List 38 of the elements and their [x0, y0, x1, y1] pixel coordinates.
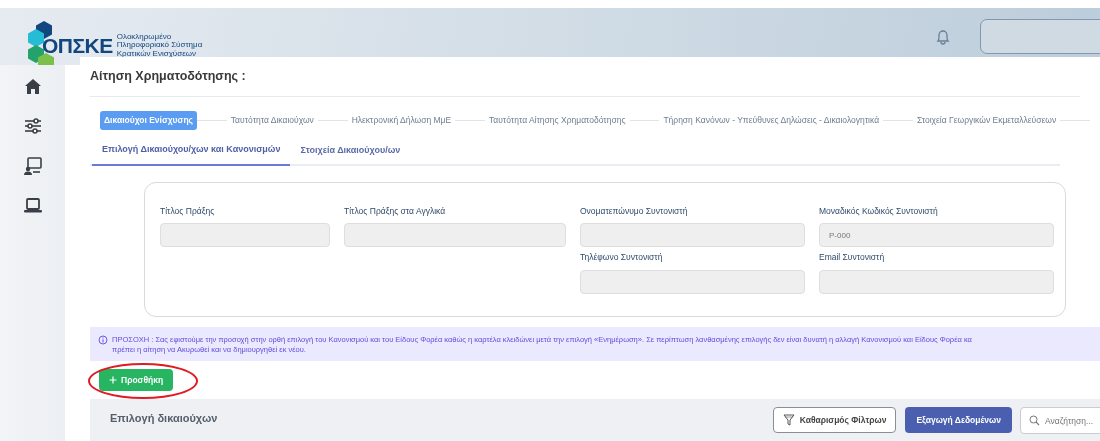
logo-text: ΟΠΣΚΕ: [42, 32, 113, 59]
clear-filters-button[interactable]: Καθαρισμός Φίλτρων: [772, 406, 897, 434]
filter-icon: [782, 413, 795, 426]
input-field[interactable]: [160, 223, 330, 248]
panel-title: Επιλογή δικαιούχων: [110, 410, 218, 426]
info-icon: [98, 334, 108, 345]
presenter-screen-icon[interactable]: [23, 157, 42, 175]
plus-icon: [109, 375, 117, 384]
field-label: Ονοματεπώνυμο Συντονιστή: [580, 205, 689, 218]
field-label: Τηλέφωνο Συντονιστή: [580, 251, 664, 264]
input-field[interactable]: [580, 223, 805, 248]
add-button[interactable]: Προσθήκη: [99, 368, 174, 392]
input-field[interactable]: P-000: [819, 223, 1054, 248]
bell-icon[interactable]: [934, 28, 952, 45]
sliders-icon[interactable]: [23, 117, 42, 135]
user-menu-box[interactable]: [980, 19, 1100, 54]
search-icon: [1029, 414, 1040, 426]
step-label[interactable]: Τήρηση Κανόνων - Υπεύθυνες Δηλώσεις - Δικαιολογητικά: [659, 110, 884, 130]
step-label[interactable]: Ηλεκτρονική Δήλωση ΜμΕ: [347, 110, 456, 130]
page-title: Αίτηση Χρηματοδότησης :: [90, 59, 1080, 97]
search-field[interactable]: Αναζήτηση...: [1020, 407, 1100, 434]
input-field[interactable]: [344, 223, 566, 248]
home-icon[interactable]: [23, 77, 42, 95]
step-label[interactable]: Στοιχεία Γεωργικών Εκμεταλλεύσεων: [912, 110, 1061, 130]
logo-subtitle: Ολοκληρωμένο Πληροφοριακό Σύστημα Κρατικών Ενισχύσεων: [116, 32, 203, 59]
field-label: Μοναδικός Κωδικός Συντονιστή: [819, 205, 939, 218]
field-label: Τίτλος Πράξης: [160, 205, 216, 218]
field-label: Τίτλος Πράξης στα Αγγλικά: [344, 205, 447, 218]
input-field[interactable]: [819, 269, 1054, 294]
step-label[interactable]: Ταυτότητα Αίτησης Χρηματοδότησης: [485, 110, 630, 130]
input-field[interactable]: [580, 269, 805, 294]
step-label[interactable]: Ταυτότητα Δικαιούχων: [226, 110, 318, 130]
step-label[interactable]: Δικαιούχοι Ενίσχυσης: [100, 110, 197, 130]
export-button[interactable]: Εξαγωγή Δεδομένων: [905, 406, 1012, 434]
laptop-icon[interactable]: [23, 197, 42, 215]
field-label: Email Συντονιστή: [819, 251, 886, 264]
tab[interactable]: Στοιχεία Δικαιούχου/ων: [290, 137, 411, 166]
tab[interactable]: Επιλογή Δικαιούχου/χων και Κανονισμών: [92, 137, 291, 166]
